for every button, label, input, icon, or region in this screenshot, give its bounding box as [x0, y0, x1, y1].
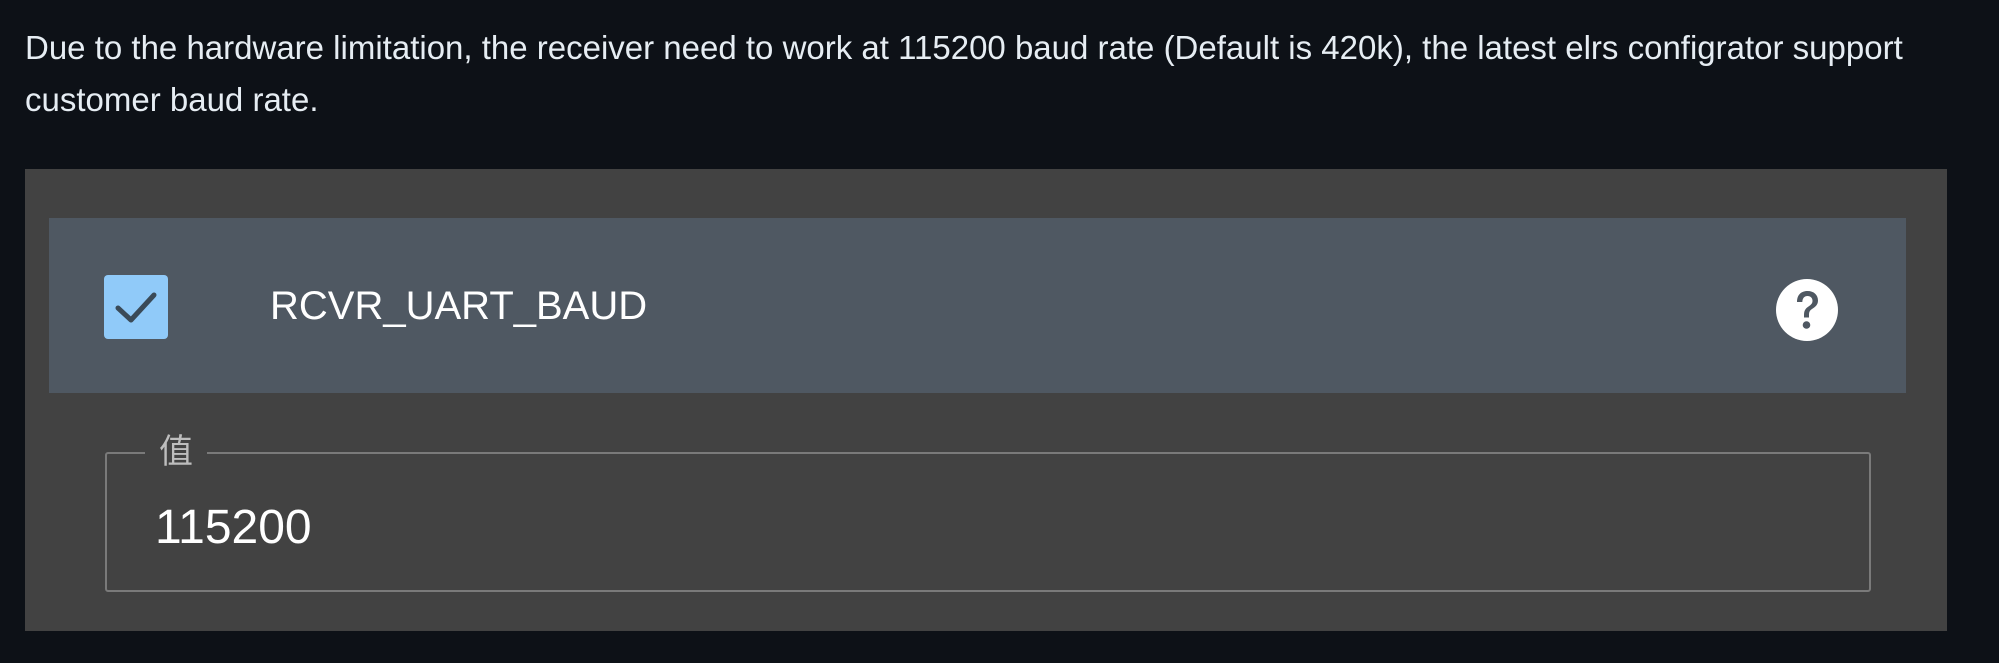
option-label: RCVR_UART_BAUD: [270, 284, 648, 328]
help-circle-icon[interactable]: [1775, 278, 1839, 342]
description-text: Due to the hardware limitation, the rece…: [25, 29, 1903, 118]
option-row-rcvr-uart-baud[interactable]: RCVR_UART_BAUD: [49, 218, 1906, 393]
value-field[interactable]: 值 115200: [105, 428, 1871, 592]
enable-checkbox[interactable]: [104, 275, 168, 339]
settings-panel: RCVR_UART_BAUD 值 115200: [25, 169, 1947, 631]
value-input[interactable]: 115200: [155, 498, 312, 558]
value-field-label: 值: [145, 428, 207, 476]
check-icon: [115, 292, 157, 323]
